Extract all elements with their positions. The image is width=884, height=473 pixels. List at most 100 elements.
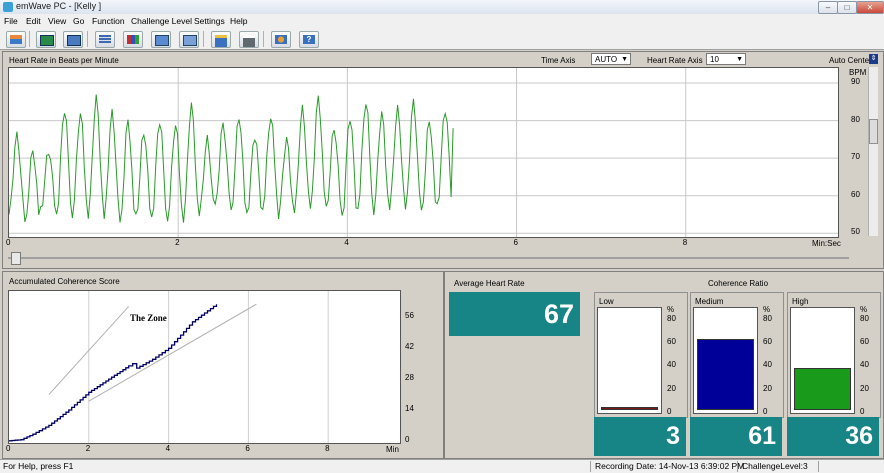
- hr-x-axis: 0 2 4 6 8: [6, 238, 849, 248]
- ratio-y-tick: 20: [860, 383, 869, 393]
- coh-y-tick: 14: [405, 403, 414, 413]
- chevron-down-icon: ▼: [621, 56, 628, 63]
- coherence-x-unit: Min: [386, 445, 399, 454]
- ratio-bar-high: [794, 368, 851, 410]
- hr-y-tick: 50: [851, 227, 860, 237]
- toolbar-separator: [29, 31, 30, 47]
- ratio-value-low: 3: [594, 417, 686, 456]
- ratio-scale-medium: % 0 20 40 60 80: [761, 305, 781, 416]
- coh-x-tick: 8: [325, 444, 330, 453]
- auto-center-button[interactable]: ⇕: [869, 54, 878, 64]
- status-challenge-level: ChallengeLevel:3: [737, 461, 808, 472]
- time-slider-thumb[interactable]: [11, 252, 21, 265]
- ratio-y-tick: 40: [860, 360, 869, 370]
- chevron-down-icon: ▼: [736, 56, 743, 63]
- vertical-scroll-thumb[interactable]: [869, 119, 878, 144]
- coherence-chart-title: Accumulated Coherence Score: [9, 277, 120, 286]
- coherence-plot: The Zone: [8, 290, 401, 444]
- hr-axis-value: 10: [710, 55, 719, 64]
- ratio-y-tick: 20: [763, 383, 772, 393]
- ratio-y-tick: 60: [763, 337, 772, 346]
- ratio-bar-medium: [697, 338, 754, 410]
- status-empty: [818, 461, 884, 472]
- ratio-y-tick: 60: [860, 337, 869, 346]
- avg-hr-title: Average Heart Rate: [454, 279, 525, 288]
- coh-y-tick: 28: [405, 373, 414, 383]
- hr-y-tick: 80: [851, 114, 860, 124]
- coh-x-tick: 6: [245, 444, 250, 453]
- ratio-y-tick: 0: [667, 407, 672, 416]
- ratio-label-low: Low: [599, 297, 614, 306]
- coh-y-tick: 56: [405, 311, 414, 321]
- coherence-chart: [9, 291, 329, 443]
- ratio-y-tick: 0: [860, 407, 865, 416]
- hr-x-tick: 8: [682, 238, 688, 247]
- wave-icon[interactable]: [63, 31, 83, 48]
- ratio-value-high: 36: [787, 417, 879, 456]
- menu-file[interactable]: File: [4, 16, 18, 26]
- home-icon[interactable]: [6, 31, 26, 48]
- vertical-scrollbar[interactable]: [868, 67, 878, 236]
- time-axis-label: Time Axis: [541, 56, 576, 65]
- time-axis-value: AUTO: [595, 55, 618, 64]
- session-icon[interactable]: [36, 31, 56, 48]
- menu-go[interactable]: Go: [73, 16, 84, 26]
- help-icon[interactable]: ?: [299, 31, 319, 48]
- hr-x-tick: 4: [344, 238, 349, 247]
- ratio-group-high: High% 0 20 40 60 80: [787, 292, 881, 418]
- coherence-x-axis: 0 2 4 6 8: [6, 444, 399, 454]
- coach-icon[interactable]: [271, 31, 291, 48]
- app-icon: [3, 2, 13, 12]
- menu-edit[interactable]: Edit: [26, 16, 41, 26]
- heart-rate-panel: Heart Rate in Beats per Minute Time Axis…: [2, 51, 884, 269]
- zone-line: [88, 303, 257, 402]
- ratio-bar-area-low: [597, 307, 662, 414]
- coh-y-tick: 0: [405, 434, 410, 444]
- line-graph-icon[interactable]: [179, 31, 199, 48]
- hr-x-tick: 6: [513, 238, 518, 247]
- ratio-y-tick: 80: [763, 313, 772, 323]
- ratio-y-tick: 0: [763, 407, 768, 416]
- coherence-ratio-title: Coherence Ratio: [708, 279, 769, 288]
- toolbar-separator: [263, 31, 264, 47]
- graph-icon[interactable]: [151, 31, 171, 48]
- ratio-scale-high: % 0 20 40 60 80: [858, 305, 878, 416]
- ratio-y-tick: 40: [763, 360, 772, 370]
- ratio-group-low: Low% 0 20 40 60 80: [594, 292, 688, 418]
- ratio-label-high: High: [792, 297, 809, 306]
- percent-label: %: [667, 305, 675, 314]
- view-list-icon[interactable]: [95, 31, 115, 48]
- hr-axis-dropdown[interactable]: 10 ▼: [706, 53, 746, 65]
- title-bar: emWave PC - [Kelly ] – □ ✕: [0, 0, 884, 15]
- window-title: emWave PC - [Kelly ]: [16, 1, 102, 11]
- ratio-y-tick: 60: [667, 337, 676, 346]
- close-button[interactable]: ✕: [856, 1, 884, 14]
- menu-function[interactable]: Function: [92, 16, 125, 26]
- hr-x-tick: 2: [175, 238, 180, 247]
- toolbar-separator: [87, 31, 88, 47]
- print-icon[interactable]: [239, 31, 259, 48]
- open-folder-icon[interactable]: [211, 31, 231, 48]
- time-slider-track[interactable]: [8, 257, 849, 259]
- bar-chart-icon[interactable]: [123, 31, 143, 48]
- hr-chart-title: Heart Rate in Beats per Minute: [9, 56, 119, 65]
- heart-rate-chart: [9, 68, 838, 237]
- menu-challenge-level[interactable]: Challenge Level: [131, 16, 192, 26]
- toolbar: ?: [0, 28, 884, 50]
- menu-view[interactable]: View: [48, 16, 66, 26]
- maximize-button[interactable]: □: [837, 1, 857, 14]
- avg-hr-value: 67: [449, 292, 580, 336]
- hr-y-tick: 70: [851, 152, 860, 162]
- ratio-bar-low: [601, 406, 658, 410]
- coh-x-tick: 0: [6, 444, 11, 453]
- coherence-y-axis: 0 14 28 42 56: [401, 290, 431, 444]
- heart-rate-plot: [8, 67, 839, 238]
- hr-y-axis: 50 60 70 80 90: [849, 67, 867, 236]
- stats-panel: Average Heart Rate 67 Coherence Ratio Lo…: [444, 271, 884, 459]
- menu-help[interactable]: Help: [230, 16, 247, 26]
- ratio-y-tick: 20: [667, 383, 676, 393]
- zone-label: The Zone: [130, 313, 167, 323]
- time-axis-dropdown[interactable]: AUTO ▼: [591, 53, 631, 65]
- menu-settings[interactable]: Settings: [194, 16, 225, 26]
- minimize-button[interactable]: –: [818, 1, 838, 14]
